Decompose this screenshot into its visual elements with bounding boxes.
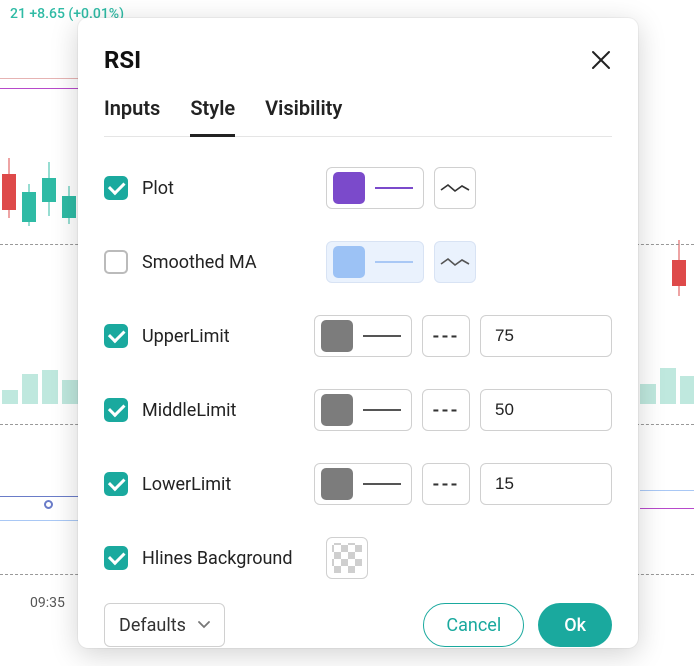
plot-linestyle-picker[interactable] xyxy=(434,167,476,209)
row-middle-limit: MiddleLimit --- xyxy=(104,389,612,431)
tabs: Inputs Style Visibility xyxy=(104,96,612,137)
smoothed-ma-linestyle-picker[interactable] xyxy=(434,241,476,283)
ok-button[interactable]: Ok xyxy=(538,603,612,647)
defaults-dropdown[interactable]: Defaults xyxy=(104,603,225,647)
middle-limit-dash-picker[interactable]: --- xyxy=(422,389,470,431)
settings-dialog: RSI Inputs Style Visibility Plot xyxy=(78,18,638,648)
plot-color-picker[interactable] xyxy=(326,167,424,209)
hlines-bg-checkbox[interactable] xyxy=(104,546,128,570)
close-icon[interactable] xyxy=(590,49,612,71)
middle-limit-color-picker[interactable] xyxy=(314,389,412,431)
upper-limit-checkbox[interactable] xyxy=(104,324,128,348)
tab-style[interactable]: Style xyxy=(190,96,235,137)
smoothed-ma-color-picker[interactable] xyxy=(326,241,424,283)
row-upper-limit: UpperLimit --- xyxy=(104,315,612,357)
lower-limit-input[interactable] xyxy=(480,463,612,505)
lower-limit-color-picker[interactable] xyxy=(314,463,412,505)
row-lower-limit: LowerLimit --- xyxy=(104,463,612,505)
upper-limit-label: UpperLimit xyxy=(142,326,300,347)
chevron-down-icon xyxy=(198,618,210,632)
upper-limit-dash-picker[interactable]: --- xyxy=(422,315,470,357)
tab-visibility[interactable]: Visibility xyxy=(265,96,342,137)
hlines-bg-color-picker[interactable] xyxy=(326,537,368,579)
upper-limit-color-picker[interactable] xyxy=(314,315,412,357)
time-label: 09:35 xyxy=(30,595,65,611)
row-plot: Plot xyxy=(104,167,612,209)
lower-limit-dash-picker[interactable]: --- xyxy=(422,463,470,505)
middle-limit-checkbox[interactable] xyxy=(104,398,128,422)
hlines-bg-label: Hlines Background xyxy=(142,548,312,569)
tab-inputs[interactable]: Inputs xyxy=(104,96,160,137)
middle-limit-label: MiddleLimit xyxy=(142,400,300,421)
lower-limit-label: LowerLimit xyxy=(142,474,300,495)
plot-checkbox[interactable] xyxy=(104,176,128,200)
smoothed-ma-label: Smoothed MA xyxy=(142,252,312,273)
dialog-title: RSI xyxy=(104,46,141,74)
smoothed-ma-checkbox[interactable] xyxy=(104,250,128,274)
row-smoothed-ma: Smoothed MA xyxy=(104,241,612,283)
middle-limit-input[interactable] xyxy=(480,389,612,431)
cancel-button[interactable]: Cancel xyxy=(423,603,524,647)
row-hlines-background: Hlines Background xyxy=(104,537,612,579)
lower-limit-checkbox[interactable] xyxy=(104,472,128,496)
upper-limit-input[interactable] xyxy=(480,315,612,357)
defaults-label: Defaults xyxy=(119,615,186,636)
plot-label: Plot xyxy=(142,178,312,199)
